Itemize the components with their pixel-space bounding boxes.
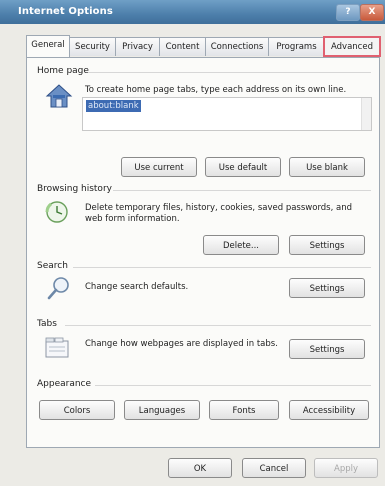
divider — [89, 72, 371, 73]
browsing-history-description: Delete temporary files, history, cookies… — [85, 203, 353, 224]
help-button[interactable]: ? — [336, 4, 360, 21]
magnifier-icon — [45, 274, 73, 302]
divider — [95, 385, 371, 386]
use-blank-button[interactable]: Use blank — [289, 157, 365, 177]
scrollbar[interactable] — [361, 98, 371, 130]
cancel-button[interactable]: Cancel — [242, 458, 306, 478]
history-settings-button[interactable]: Settings — [289, 235, 365, 255]
accessibility-button[interactable]: Accessibility — [289, 400, 369, 420]
tabs-settings-button[interactable]: Settings — [289, 339, 365, 359]
history-clock-icon — [43, 198, 71, 226]
title-bar: Internet Options ? X — [0, 0, 385, 24]
tabs-heading: Tabs — [37, 319, 57, 329]
colors-button[interactable]: Colors — [39, 400, 115, 420]
home-page-url-field[interactable]: about:blank — [82, 97, 372, 131]
internet-options-dialog: Internet Options ? X General Security Pr… — [0, 0, 385, 486]
tab-advanced[interactable]: Advanced — [323, 36, 381, 57]
tab-programs[interactable]: Programs — [268, 37, 325, 56]
close-button[interactable]: X — [360, 4, 384, 21]
search-heading: Search — [37, 261, 68, 271]
tab-connections[interactable]: Connections — [205, 37, 269, 56]
browsing-history-heading: Browsing history — [37, 184, 112, 194]
search-settings-button[interactable]: Settings — [289, 278, 365, 298]
fonts-button[interactable]: Fonts — [209, 400, 279, 420]
tab-general[interactable]: General — [26, 35, 70, 57]
divider — [73, 267, 371, 268]
home-page-description: To create home page tabs, type each addr… — [85, 85, 347, 95]
appearance-heading: Appearance — [37, 379, 92, 389]
window-title: Internet Options — [18, 6, 113, 17]
tabs-description: Change how webpages are displayed in tab… — [85, 339, 278, 349]
apply-button[interactable]: Apply — [314, 458, 378, 478]
delete-history-button[interactable]: Delete... — [203, 235, 279, 255]
use-current-button[interactable]: Use current — [121, 157, 197, 177]
general-tab-panel: Home page To create home page tabs, type… — [26, 57, 380, 448]
divider — [65, 325, 371, 326]
languages-button[interactable]: Languages — [124, 400, 200, 420]
tab-content[interactable]: Content — [159, 37, 206, 56]
ok-button[interactable]: OK — [168, 458, 232, 478]
tab-privacy[interactable]: Privacy — [115, 37, 160, 56]
divider — [113, 190, 371, 191]
home-page-url-value[interactable]: about:blank — [86, 100, 141, 112]
tab-security[interactable]: Security — [69, 37, 116, 56]
tabs-icon — [43, 334, 71, 362]
house-icon — [45, 82, 73, 110]
home-page-heading: Home page — [37, 66, 89, 76]
use-default-button[interactable]: Use default — [205, 157, 281, 177]
search-description: Change search defaults. — [85, 282, 189, 292]
